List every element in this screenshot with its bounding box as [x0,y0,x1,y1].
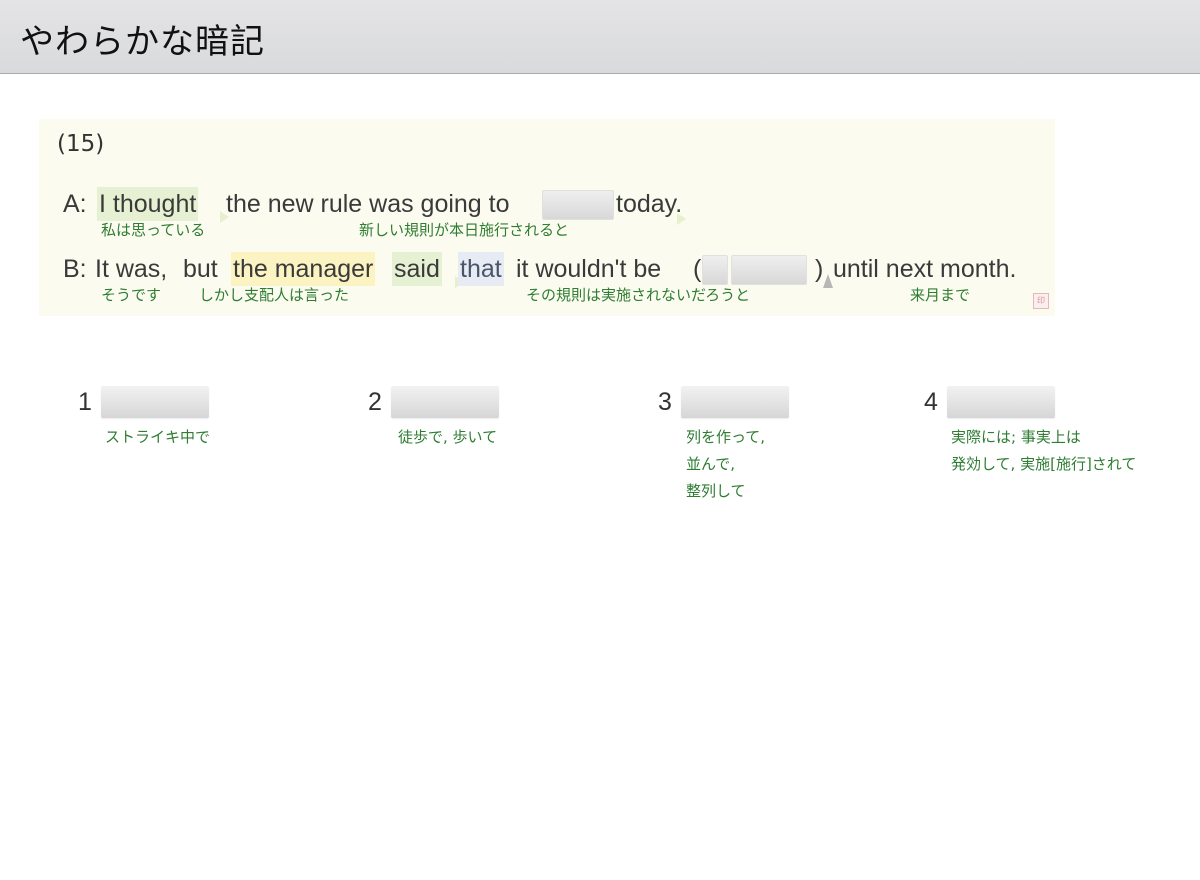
gloss-i-thought: 私は思っている [101,221,206,239]
phrase-it-was[interactable]: It was, [95,252,167,286]
option-number: 2 [368,388,382,416]
option-gloss: 列を作って, 並んで, 整列して [686,428,766,500]
option-answer-blank[interactable] [947,386,1055,418]
option-number: 3 [658,388,672,416]
open-paren: ( [693,255,702,283]
insertion-marker [823,274,833,288]
phrase-but[interactable]: but [183,252,218,286]
gloss-new-rule: 新しい規則が本日施行されると [359,221,570,239]
option-gloss: 実際には; 事実上は 発効して, 実施[施行]されて [951,428,1137,473]
answer-blank-a[interactable] [542,190,614,220]
speaker-b: B: [63,255,87,283]
speaker-a: A: [63,190,87,218]
phrase-until-next-month[interactable]: until next month. [833,252,1016,286]
app-title: やわらかな暗記 [20,22,265,62]
option-answer-blank[interactable] [681,386,789,418]
answer-blank-b1[interactable] [702,255,728,285]
gloss-rule-not-implemented: その規則は実施されないだろうと [526,286,751,304]
option-gloss: 徒歩で, 歩いて [398,428,498,446]
phrase-that[interactable]: that [458,252,504,286]
gloss-manager-said: しかし支配人は言った [199,286,350,304]
phrase-new-rule[interactable]: the new rule was going to [226,187,510,221]
option-answer-blank[interactable] [391,386,499,418]
segment-marker [677,213,686,225]
option-gloss: ストライキ中で [105,428,211,446]
option-answer-blank[interactable] [101,386,209,418]
app-header: やわらかな暗記 [0,0,1200,74]
phrase-i-thought[interactable]: I thought [97,187,199,221]
option-number: 4 [924,388,938,416]
option-number: 1 [78,388,92,416]
question-card: (15) A: I thought the new rule was going… [39,119,1055,316]
phrase-it-wouldnt-be[interactable]: it wouldn't be [516,252,661,286]
gloss-until-next-month: 来月まで [910,286,971,304]
seal-stamp-icon: 印 [1033,293,1049,309]
phrase-the-manager[interactable]: the manager [231,252,376,286]
phrase-today[interactable]: today. [616,187,682,221]
phrase-said[interactable]: said [392,252,442,286]
question-number: (15) [57,131,105,157]
answer-blank-b2[interactable] [731,255,807,285]
gloss-it-was: そうです [101,286,162,304]
